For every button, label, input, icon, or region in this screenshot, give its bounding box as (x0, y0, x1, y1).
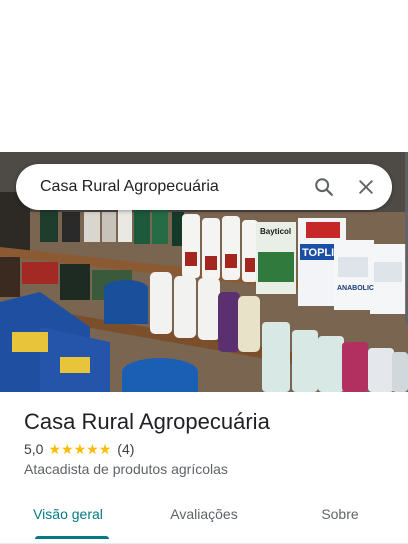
review-count[interactable]: (4) (117, 441, 134, 457)
tab-about[interactable]: Sobre (272, 494, 408, 543)
clear-search-button[interactable] (348, 169, 384, 205)
product-label-anabolic: ANABOLIC (337, 285, 374, 292)
star-rating: ★ ★ ★ ★ ★ (48, 441, 111, 457)
close-icon (359, 180, 373, 194)
place-category[interactable]: Atacadista de produtos agrícolas (24, 461, 392, 477)
search-input[interactable]: Casa Rural Agropecuária (40, 178, 300, 196)
star-icon: ★ (73, 441, 87, 457)
star-icon: ★ (98, 441, 112, 457)
place-info: Casa Rural Agropecuária 5,0 ★ ★ ★ ★ ★ (4… (24, 407, 392, 477)
rating-value: 5,0 (24, 441, 44, 457)
star-icon: ★ (48, 441, 62, 457)
search-bar[interactable]: Casa Rural Agropecuária (16, 164, 392, 210)
active-tab-indicator (35, 536, 109, 539)
rating-row[interactable]: 5,0 ★ ★ ★ ★ ★ (4) (24, 441, 392, 457)
tab-reviews[interactable]: Avaliações (136, 494, 272, 543)
search-icon (315, 178, 333, 196)
star-icon: ★ (61, 441, 74, 457)
product-label-bayticol: Bayticol (260, 227, 291, 236)
star-icon: ★ (86, 441, 99, 457)
place-title: Casa Rural Agropecuária (24, 409, 270, 434)
search-button[interactable] (306, 169, 342, 205)
